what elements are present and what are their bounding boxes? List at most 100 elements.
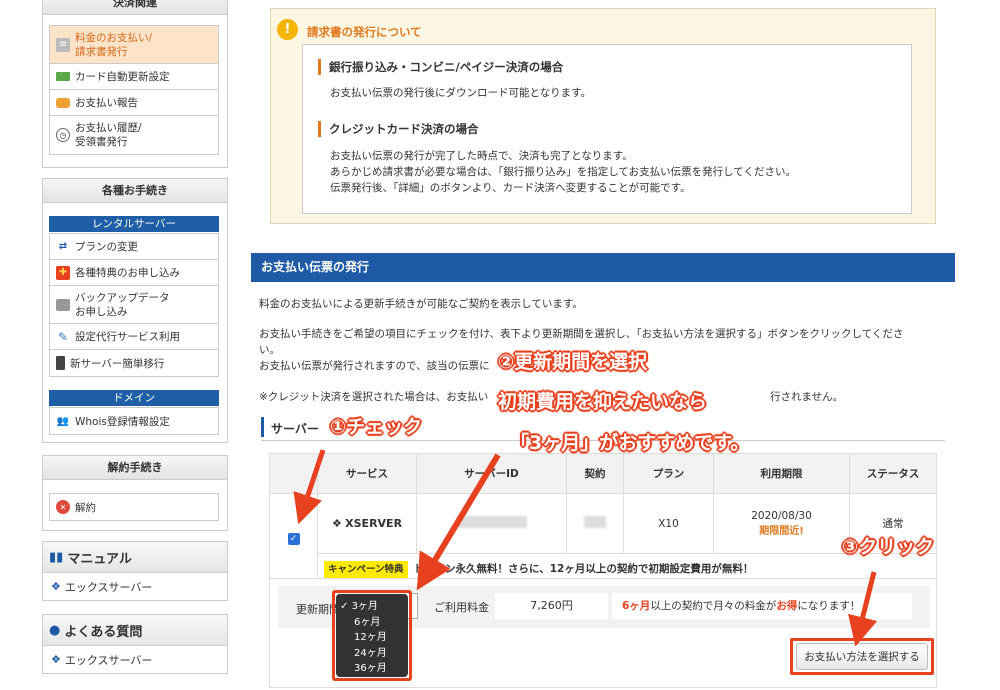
faq-heading-label: よくある質問: [64, 624, 143, 640]
warning-icon: !: [277, 19, 298, 40]
annotation-select-period: ②更新期間を選択: [498, 351, 648, 373]
manual-heading: ▮▮ マニュアル: [42, 541, 228, 573]
book-icon: ▮▮: [49, 549, 64, 565]
sidebar-item-setup-service[interactable]: ✎ 設定代行サービス利用: [50, 324, 218, 350]
dropdown-highlight: [332, 590, 412, 681]
sidebar-item-whois[interactable]: 👥 Whois登録情報設定: [50, 408, 218, 434]
col-header-service: サービス: [317, 453, 417, 494]
row-check-cell: ✓: [269, 493, 318, 584]
promo-text: 以上の契約で月々の料金が: [650, 600, 777, 612]
sidebar-item-label: 設定代行サービス利用: [75, 331, 180, 343]
campaign-text: ドメイン永久無料！さらに、12ヶ月以上の契約で初期設定費用が無料！: [413, 563, 754, 575]
gift-icon: ✚: [56, 265, 70, 280]
col-header-check: [269, 453, 318, 494]
clock-icon: ◷: [56, 128, 70, 142]
card-payment-line: お支払い伝票の発行が完了した時点で、決済も完了となります。: [330, 150, 633, 162]
domain-band: ドメイン: [49, 390, 219, 406]
sidebar-item-payment-report[interactable]: お支払い報告: [50, 90, 218, 116]
sidebar-item-migration[interactable]: 新サーバー簡単移行: [50, 350, 218, 376]
sidebar-item-label: お支払い報告: [75, 97, 138, 109]
table-header-row: サービス サーバーID 契約 プラン 利用期限 ステータス: [269, 453, 937, 494]
sidebar-item-label: カード自動更新設定: [75, 71, 170, 83]
sidebar-item-label: バックアップデータ お申し込み: [75, 291, 170, 318]
wrench-icon: ✎: [57, 329, 69, 344]
expiry-warning: 期限間近!: [759, 526, 804, 537]
sidebar-item-label: お支払い履歴/ 受領書発行: [75, 122, 142, 148]
promo-text-end: になります！: [797, 600, 861, 612]
credit-card-icon: [56, 72, 70, 81]
fee-label: ご利用料金: [434, 601, 489, 614]
credit-note-end: 行されません。: [770, 391, 844, 403]
rental-server-band: レンタルサーバー: [49, 216, 219, 232]
sidebar-item-label: 解約: [75, 501, 96, 514]
manual-link-xserver[interactable]: ❖ エックスサーバー: [42, 573, 228, 601]
annotation-click: ③クリック: [842, 536, 935, 558]
server-tower-icon: [56, 356, 65, 370]
sidebar-item-backup[interactable]: バックアップデータ お申し込み: [50, 286, 218, 324]
server-heading-bar: [261, 417, 264, 437]
sidebar-item-label: 料金のお支払い/ 請求書発行: [75, 31, 153, 58]
plan-cell: X10: [623, 493, 714, 554]
contract-blurred: [584, 516, 606, 528]
bank-payment-text: お支払い伝票の発行後にダウンロード可能となります。: [330, 87, 592, 99]
manual-link-label: エックスサーバー: [64, 580, 153, 594]
faq-link-xserver[interactable]: ❖ エックスサーバー: [42, 646, 228, 674]
card-payment-line: 伝票発行後、「詳細」のボタンより、カード決済へ変更することが可能です。: [330, 182, 691, 194]
sidebar-item-label: Whois登録情報設定: [75, 415, 170, 428]
promo-months: 6ヶ月: [622, 600, 651, 612]
intro-text: 料金のお支払いによる更新手続きが可能なご契約を表示しています。: [259, 298, 583, 310]
annotation-hint-line2: 「3ヶ月」がおすすめです。: [510, 432, 750, 454]
cancel-menu: ✕ 解約: [49, 493, 219, 521]
select-payment-method-button[interactable]: お支払い方法を選択する: [796, 643, 928, 670]
sidebar-item-label: プランの変更: [75, 241, 138, 253]
col-header-status: ステータス: [849, 453, 937, 494]
fee-value: 7,260円: [530, 599, 573, 612]
row-checkbox[interactable]: ✓: [287, 533, 300, 545]
sidebar-item-cancel[interactable]: ✕ 解約: [50, 494, 218, 520]
cancel-circle-icon: ✕: [56, 500, 70, 514]
sidebar-item-label: 各種特典のお申し込み: [75, 267, 180, 279]
instruction-text: お支払い手続きをご希望の項目にチェックを付け、表下より更新期間を選択し、「お支払…: [259, 328, 904, 340]
table-row: ✓ ❖ XSERVER X10 2020/08/30 期限間近! 通常: [269, 493, 937, 584]
server-id-cell: [416, 493, 567, 554]
diamond-icon: ❖: [51, 580, 61, 593]
card-payment-line: あらかじめ請求書が必要な場合は、「銀行振り込み」を指定してお支払い伝票を発行して…: [330, 166, 796, 178]
col-header-expiry: 利用期限: [713, 453, 850, 494]
campaign-badge: キャンペーン特典: [324, 561, 408, 578]
server-icon: [56, 298, 70, 311]
faq-link-label: エックスサーバー: [64, 653, 153, 667]
expiry-date: 2020/08/30: [751, 510, 812, 522]
col-header-plan: プラン: [623, 453, 714, 494]
promo-box: 6ヶ月以上の契約で月々の料金がお得になります！: [612, 593, 912, 619]
sidebar-item-plan-change[interactable]: ⇄ プランの変更: [50, 234, 218, 260]
sidebar-item-card-renewal[interactable]: カード自動更新設定: [50, 64, 218, 90]
faq-heading: ● よくある質問: [42, 614, 228, 646]
fee-value-box: 7,260円: [495, 593, 608, 619]
service-name: XSERVER: [345, 517, 403, 530]
section-title-bar: お支払い伝票の発行: [251, 253, 955, 282]
users-icon: 👥: [56, 415, 70, 427]
service-cell: ❖ XSERVER: [317, 493, 417, 554]
server-heading-label: サーバー: [271, 422, 319, 436]
manual-heading-label: マニュアル: [67, 551, 132, 567]
col-header-server-id: サーバーID: [416, 453, 567, 494]
instruction-text-cont: い。: [259, 344, 280, 356]
col-header-contract: 契約: [566, 453, 624, 494]
xserver-logo-icon: ❖: [331, 517, 342, 530]
annotation-check: ①チェック: [330, 416, 423, 438]
card-payment-heading: クレジットカード決済の場合: [318, 121, 479, 137]
domain-menu: 👥 Whois登録情報設定: [49, 407, 219, 435]
contract-table: サービス サーバーID 契約 プラン 利用期限 ステータス ✓ ❖ XSERVE…: [269, 453, 937, 584]
speech-bubble-icon: [56, 97, 70, 108]
sidebar-item-payment[interactable]: ≡ 料金のお支払い/ 請求書発行: [50, 26, 218, 64]
bank-payment-heading: 銀行振り込み・コンビニ/ペイジー決済の場合: [318, 59, 563, 75]
diamond-icon: ❖: [51, 653, 61, 666]
contract-cell: [566, 493, 624, 554]
sidebar-item-benefits[interactable]: ✚ 各種特典のお申し込み: [50, 260, 218, 286]
sidebar-item-payment-history[interactable]: ◷ お支払い履歴/ 受領書発行: [50, 116, 218, 154]
annotation-hint-line1: 初期費用を抑えたいなら: [498, 391, 708, 413]
payment-panel-title: 決済関連: [43, 0, 227, 15]
payment-menu: ≡ 料金のお支払い/ 請求書発行 カード自動更新設定 お支払い報告 ◷ お支払い…: [49, 25, 219, 155]
credit-note: ※クレジット決済を選択された場合は、お支払い: [259, 391, 489, 403]
server-id-blurred: [456, 516, 527, 528]
